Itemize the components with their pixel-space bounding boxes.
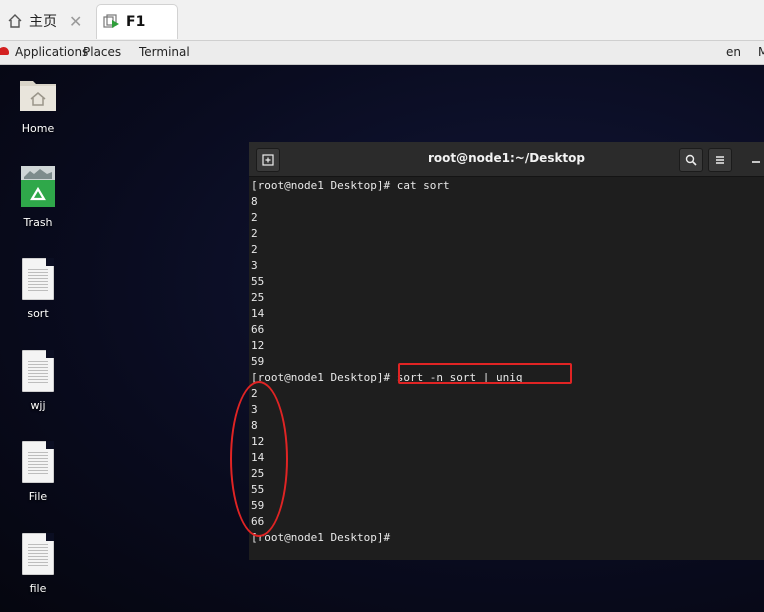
terminal-line: 14 xyxy=(251,307,265,320)
home-folder-icon xyxy=(20,81,56,111)
desktop-icon-trash[interactable]: Trash xyxy=(8,165,68,229)
tab-home-label: 主页 xyxy=(29,14,57,30)
desktop-icon-label: Home xyxy=(21,122,55,135)
terminal-line: 12 xyxy=(251,435,265,448)
terminal-line: 66 xyxy=(251,515,265,528)
close-icon[interactable]: ✕ xyxy=(69,12,82,31)
desktop-icon-label: sort xyxy=(27,307,49,320)
terminal-line: 55 xyxy=(251,483,265,496)
terminal-line: 8 xyxy=(251,195,258,208)
terminal-line: 2 xyxy=(251,387,258,400)
text-file-icon xyxy=(22,350,54,392)
desktop-icon-label: wjj xyxy=(30,399,46,412)
terminal-line: 59 xyxy=(251,499,265,512)
terminal-line: 2 xyxy=(251,227,258,240)
terminal-line: 25 xyxy=(251,291,265,304)
terminal-line: 12 xyxy=(251,339,265,352)
minimize-button[interactable] xyxy=(745,148,764,170)
home-icon xyxy=(6,12,24,30)
applications-menu[interactable]: Applications xyxy=(15,45,88,59)
text-file-icon xyxy=(22,258,54,300)
search-icon xyxy=(685,154,697,166)
highlight-command-box xyxy=(398,363,572,384)
text-file-icon xyxy=(22,533,54,575)
terminal-line: 8 xyxy=(251,419,258,432)
terminal-line: 3 xyxy=(251,259,258,272)
panel-menu-clipped[interactable]: M xyxy=(758,45,764,59)
hamburger-menu-icon xyxy=(716,156,724,164)
top-panel: Applications Places Terminal en M xyxy=(0,41,764,65)
terminal-line: 66 xyxy=(251,323,265,336)
terminal-line: [root@node1 Desktop]# cat sort xyxy=(251,179,450,192)
text-file-icon xyxy=(22,441,54,483)
terminal-line: 2 xyxy=(251,243,258,256)
terminal-line: 14 xyxy=(251,451,265,464)
terminal-header-bar[interactable]: root@node1:~/Desktop xyxy=(249,142,764,177)
desktop-icon-file-lower[interactable]: file xyxy=(8,533,68,595)
terminal-line: 3 xyxy=(251,403,258,416)
desktop-icon-sort[interactable]: sort xyxy=(8,258,68,320)
desktop-icon-wjj[interactable]: wjj xyxy=(8,350,68,412)
desktop-icon-home[interactable]: Home xyxy=(8,75,68,135)
terminal-line: 55 xyxy=(251,275,265,288)
minimize-icon xyxy=(752,161,760,163)
terminal-app-menu[interactable]: Terminal xyxy=(139,45,190,59)
input-language[interactable]: en xyxy=(726,45,741,59)
terminal-line: 25 xyxy=(251,467,265,480)
tab-home[interactable]: 主页 ✕ xyxy=(0,4,92,38)
vm-icon xyxy=(103,13,121,31)
redhat-logo-icon xyxy=(0,47,9,55)
trash-icon xyxy=(21,166,55,207)
desktop-icon-file-upper[interactable]: File xyxy=(8,441,68,503)
menu-button[interactable] xyxy=(708,148,732,172)
tab-f1[interactable]: F1 xyxy=(96,4,178,39)
terminal-line: [root@node1 Desktop]# xyxy=(251,531,391,544)
desktop-icon-label: file xyxy=(29,582,47,595)
terminal-window[interactable]: root@node1:~/Desktop [root@node1 Desktop… xyxy=(249,142,764,560)
places-menu[interactable]: Places xyxy=(83,45,121,59)
search-button[interactable] xyxy=(679,148,703,172)
terminal-line: 2 xyxy=(251,211,258,224)
highlight-output-ellipse xyxy=(230,381,288,537)
tab-strip: 主页 ✕ F1 xyxy=(0,0,764,41)
desktop-icon-label: File xyxy=(28,490,48,503)
tab-f1-label: F1 xyxy=(126,14,146,30)
desktop-icon-label: Trash xyxy=(23,216,53,229)
